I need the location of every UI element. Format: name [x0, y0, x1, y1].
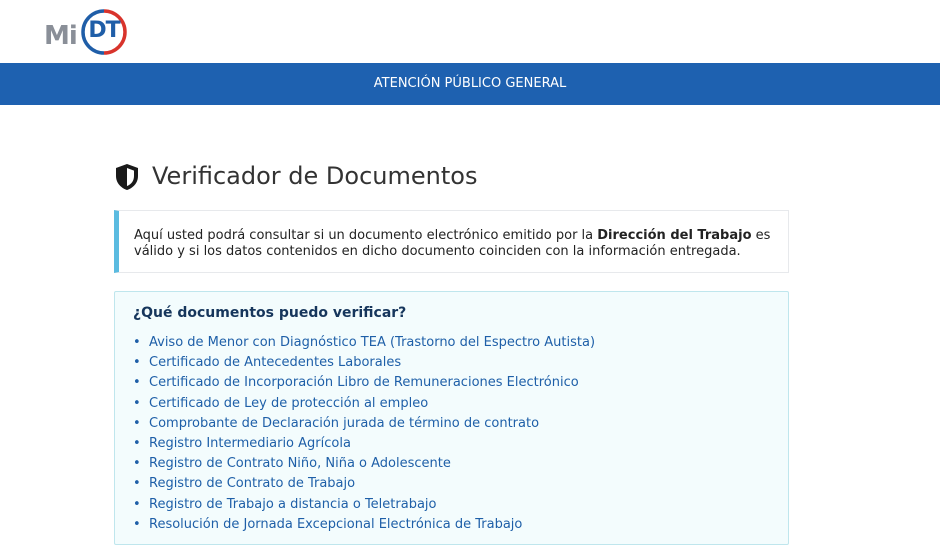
- list-item: • Certificado de Antecedentes Laborales: [133, 353, 595, 373]
- doc-item-label: Certificado de Ley de protección al empl…: [149, 395, 429, 411]
- list-item: • Registro de Trabajo a distancia o Telet…: [133, 495, 595, 515]
- doc-item-label: Certificado de Incorporación Libro de Re…: [149, 375, 579, 391]
- verifiable-documents-panel: ¿Qué documentos puedo verificar? • Aviso …: [114, 291, 789, 545]
- bullet-icon: •: [133, 456, 141, 472]
- doc-item-label: Registro de Contrato Niño, Niña o Adoles…: [149, 456, 451, 472]
- list-item: • Registro Intermediario Agrícola: [133, 434, 595, 454]
- doc-item-label: Comprobante de Declaración jurada de tér…: [149, 415, 540, 431]
- list-item: • Aviso de Menor con Diagnóstico TEA (Tra…: [133, 333, 595, 353]
- doc-item-label: Certificado de Antecedentes Laborales: [149, 355, 402, 371]
- nav-bar: ATENCIÓN PÚBLICO GENERAL: [0, 63, 940, 105]
- list-item: • Certificado de Ley de protección al emp…: [133, 394, 595, 414]
- bullet-icon: •: [133, 355, 141, 371]
- list-item: • Certificado de Incorporación Libro de R…: [133, 373, 595, 393]
- bullet-icon: •: [133, 435, 141, 451]
- info-text-bold: Dirección del Trabajo: [597, 228, 752, 243]
- nav-atencion-publico-general[interactable]: ATENCIÓN PÚBLICO GENERAL: [374, 76, 566, 91]
- docs-panel-title: ¿Qué documentos puedo verificar?: [133, 305, 407, 321]
- list-item: • Registro de Contrato Niño, Niña o Adole…: [133, 454, 595, 474]
- info-text-start: Aquí usted podrá consultar si un documen…: [134, 228, 598, 243]
- logo-mi-text: Mi: [44, 21, 78, 51]
- top-header: Mi DT: [0, 0, 940, 63]
- list-item: • Resolución de Jornada Excepcional Elect…: [133, 515, 595, 535]
- page-title: Verificador de Documentos: [152, 162, 478, 190]
- doc-item-label: Aviso de Menor con Diagnóstico TEA (Tras…: [149, 335, 596, 350]
- bullet-icon: •: [133, 476, 141, 492]
- bullet-icon: •: [133, 375, 141, 391]
- bullet-icon: •: [133, 415, 141, 431]
- midt-logo[interactable]: Mi DT: [44, 8, 134, 58]
- info-text: Aquí usted podrá consultar si un documen…: [134, 228, 784, 260]
- doc-item-label: Registro Intermediario Agrícola: [149, 435, 351, 451]
- docs-list: • Aviso de Menor con Diagnóstico TEA (Tra…: [133, 333, 595, 535]
- doc-item-label: Registro de Trabajo a distancia o Teletr…: [149, 496, 437, 512]
- bullet-icon: •: [133, 516, 141, 532]
- doc-item-label: Registro de Contrato de Trabajo: [149, 476, 356, 492]
- list-item: • Comprobante de Declaración jurada de té…: [133, 414, 595, 434]
- doc-item-label: Resolución de Jornada Excepcional Electr…: [149, 516, 523, 532]
- list-item: • Registro de Contrato de Trabajo: [133, 474, 595, 494]
- logo-dt-text: DT: [88, 18, 120, 43]
- bullet-icon: •: [133, 335, 141, 350]
- shield-icon: [116, 164, 138, 190]
- info-callout: Aquí usted podrá consultar si un documen…: [114, 210, 789, 273]
- bullet-icon: •: [133, 496, 141, 512]
- logo-circle-icon: DT: [80, 8, 128, 56]
- bullet-icon: •: [133, 395, 141, 411]
